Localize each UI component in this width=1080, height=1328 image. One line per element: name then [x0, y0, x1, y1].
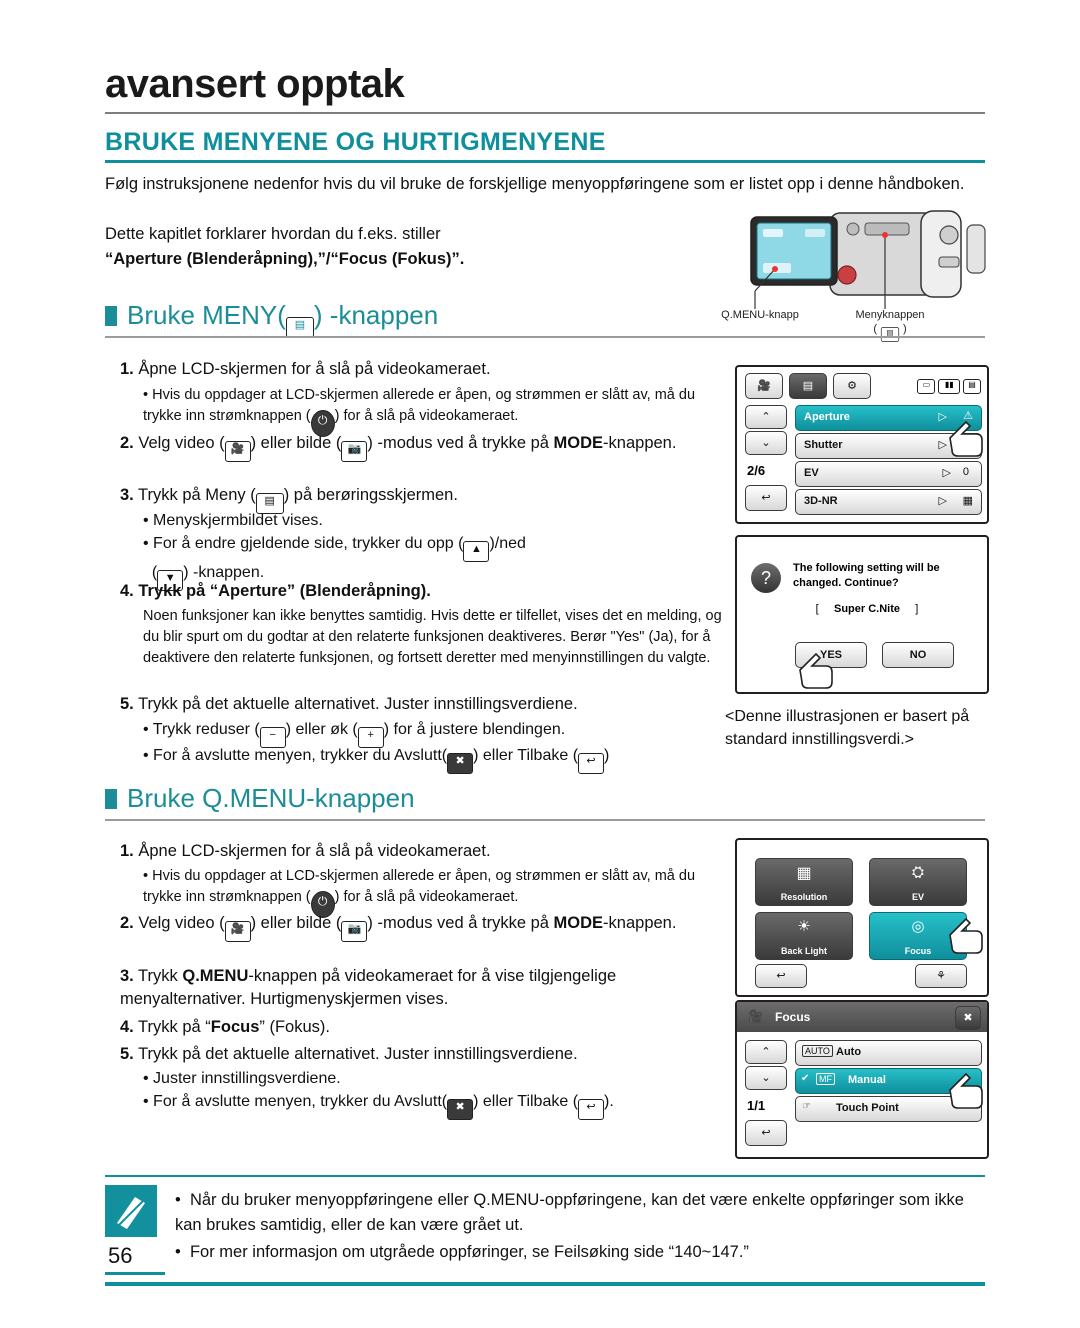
back-icon-2: ↩ — [578, 1099, 605, 1120]
focus-up-button[interactable]: ⌃ — [745, 1040, 787, 1064]
focus-screen-mode-icon: 🎥 — [747, 1009, 764, 1024]
tab-settings-icon[interactable]: ⚙ — [833, 373, 871, 399]
subheading-marker-2 — [105, 789, 117, 809]
intro-paragraph-3: “Aperture (Blenderåpning),”/“Focus (Foku… — [105, 250, 465, 268]
back-icon: ↩ — [578, 753, 605, 774]
subheading-qmenu-button: Bruke Q.MENU-knappen — [105, 783, 415, 814]
focus-page-indicator: 1/1 — [747, 1098, 766, 1113]
status-indicators: ▭ ▮▮ ▤ — [917, 375, 981, 394]
pointing-hand-qmenu — [949, 917, 983, 954]
qmenu-tile-backlight[interactable]: ☀ Back Light — [755, 912, 853, 960]
section-title: BRUKE MENYENE OG HURTIGMENYENE — [105, 128, 606, 156]
menu-down-button[interactable]: ⌄ — [745, 431, 787, 455]
menu-back-button[interactable]: ↩ — [745, 485, 787, 511]
camera-illustration: Q.MENU-knapp Menyknappen (▤) — [721, 205, 990, 342]
qmenu-tile-ev[interactable]: ⛭ EV — [869, 858, 967, 906]
step-5-qmenu-bullet-2: • For å avslutte menyen, trykker du Avsl… — [143, 1091, 743, 1120]
tab-video-icon[interactable]: 🎥 — [745, 373, 783, 399]
header-divider — [105, 112, 985, 114]
focus-close-button[interactable]: ✖ — [955, 1006, 981, 1030]
footer-divider — [105, 1175, 985, 1177]
footer-note-2: • For mer informasjon om utgråede oppfør… — [175, 1243, 749, 1261]
tab-menu-icon[interactable]: ▤ — [789, 373, 827, 399]
menu-row-3dnr[interactable]: 3D-NR ▷ ▦ — [795, 489, 982, 515]
dialog-message: The following setting will be changed. C… — [793, 562, 940, 589]
focus-down-button[interactable]: ⌄ — [745, 1066, 787, 1090]
note-icon — [105, 1185, 157, 1237]
dialog-no-button[interactable]: NO — [882, 642, 954, 668]
step-5-qmenu-bullet-1: • Juster innstillingsverdiene. — [143, 1070, 341, 1087]
qmenu-extra-button[interactable]: ⚘ — [915, 964, 967, 988]
question-mark-icon: ? — [751, 563, 781, 593]
manual-page: avansert opptak BRUKE MENYENE OG HURTIGM… — [0, 0, 1080, 1328]
chapter-title: avansert opptak — [105, 62, 405, 106]
confirm-dialog-screen: ? The following setting will be changed.… — [735, 535, 989, 694]
step-1-qmenu: 1. Åpne LCD-skjermen for å slå på videok… — [120, 842, 491, 860]
exit-icon-2: ✖ — [447, 1099, 474, 1120]
pointing-hand-focus — [949, 1072, 983, 1109]
photo-mode-icon: 📷 — [341, 441, 368, 462]
qmenu-back-button[interactable]: ↩ — [755, 964, 807, 988]
section-divider — [105, 160, 985, 163]
subheading-divider-1 — [105, 336, 985, 338]
exit-icon: ✖ — [447, 753, 474, 774]
menu-button-icon: ▤ — [880, 327, 900, 342]
menu-up-button[interactable]: ⌃ — [745, 405, 787, 429]
intro-paragraph-2: Dette kapitlet forklarer hvordan du f.ek… — [105, 225, 441, 243]
step-5-menu-bullet-1: • Trykk reduser (−) eller øk (+) for å j… — [143, 719, 723, 748]
subheading-divider-2 — [105, 819, 985, 821]
step-1-qmenu-bullet-1: • Hvis du oppdager at LCD-skjermen aller… — [143, 866, 723, 918]
camera-label-qmenu: Q.MENU-knapp — [721, 309, 799, 321]
video-mode-icon: 🎥 — [224, 441, 251, 462]
focus-screen-title: Focus — [775, 1010, 811, 1024]
photo-mode-icon-2: 📷 — [341, 921, 368, 942]
footer-note-1: • Når du bruker menyoppføringene eller Q… — [175, 1191, 964, 1234]
menu-page-indicator: 2/6 — [747, 463, 766, 478]
step-1-menu-bullet-1: • Hvis du oppdager at LCD-skjermen aller… — [143, 385, 723, 437]
menu-button-icon-inline: ▤ — [285, 317, 314, 338]
camera-label-menu-icon: (▤) — [830, 323, 950, 345]
qmenu-tile-resolution[interactable]: ▦ Resolution — [755, 858, 853, 906]
step-5-menu-bullet-2: • For å avslutte menyen, trykker du Avsl… — [143, 745, 743, 774]
illustration-note: <Denne illustrasjonen er basert på stand… — [725, 708, 970, 748]
step-5-menu: 5. Trykk på det aktuelle alternativet. J… — [120, 695, 578, 713]
pointing-hand-menu — [949, 420, 983, 457]
step-4-menu: 4. Trykk på “Aperture” (Blenderåpning). — [120, 582, 431, 600]
step-1-menu: 1. Åpne LCD-skjermen for å slå på videok… — [120, 360, 491, 378]
up-arrow-icon: ▲ — [463, 541, 490, 562]
intro-paragraph: Følg instruksjonene nedenfor hvis du vil… — [105, 175, 965, 193]
step-3-menu-bullet-1: • Menyskjermbildet vises. — [143, 512, 323, 529]
step-5-qmenu: 5. Trykk på det aktuelle alternativet. J… — [120, 1045, 578, 1063]
subheading-marker — [105, 306, 117, 326]
page-number: 56 — [108, 1243, 133, 1268]
footer-bottom-bar — [105, 1282, 985, 1286]
step-3-qmenu: 3. Trykk Q.MENU-knappen på videokameraet… — [120, 967, 617, 1008]
focus-back-button[interactable]: ↩ — [745, 1120, 787, 1146]
menu-row-ev[interactable]: EV ▷ 0 — [795, 461, 982, 487]
focus-screen-titlebar: 🎥 Focus ✖ — [737, 1002, 987, 1032]
step-4-qmenu: 4. Trykk på “Focus” (Fokus). — [120, 1018, 330, 1036]
subheading-menu-button: Bruke MENY(▤) -knappen — [105, 300, 438, 338]
footer-accent-bar — [105, 1272, 165, 1275]
pointing-hand-dialog — [799, 652, 833, 689]
video-mode-icon-2: 🎥 — [224, 921, 251, 942]
step-2-menu: 2. Velg video (🎥) eller bilde (📷) -modus… — [120, 432, 720, 462]
dialog-target: [ Super C.Nite ] — [815, 603, 919, 615]
step-2-qmenu: 2. Velg video (🎥) eller bilde (📷) -modus… — [120, 912, 720, 942]
camera-label-menu: Menyknappen — [855, 309, 925, 321]
step-4-menu-bullet-1: Noen funksjoner kan ikke benyttes samtid… — [143, 608, 722, 666]
